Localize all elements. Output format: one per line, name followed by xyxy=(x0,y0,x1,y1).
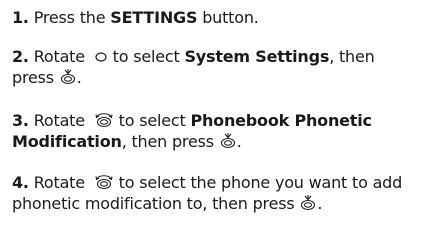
step-2-number: 2. xyxy=(12,47,29,66)
step-4: 4. Rotate to select the phone you want t… xyxy=(12,172,418,214)
step-3-number: 3. xyxy=(12,111,29,130)
system-settings-label: System Settings xyxy=(184,47,330,66)
press-interface-dial-icon xyxy=(219,132,237,150)
step-2-text-a: Rotate xyxy=(33,47,90,66)
step-1-text-a: Press the xyxy=(33,8,111,27)
step-3: 3. Rotate to select Phonebook Phonetic M… xyxy=(12,110,418,152)
rotate-interface-dial-icon xyxy=(94,173,114,191)
step-2-text-b: to select xyxy=(107,47,185,66)
step-1: 1. Press the SETTINGS button. xyxy=(12,7,418,28)
step-2-text-d: . xyxy=(76,68,82,87)
press-interface-dial-icon xyxy=(299,194,317,212)
step-4-text-c: . xyxy=(317,194,323,213)
step-3-text-d: . xyxy=(236,132,242,151)
instructions-page: { "steps": [ { "number": "1.", "text_a":… xyxy=(0,0,422,251)
step-3-text-c: , then press xyxy=(121,132,219,151)
press-interface-dial-icon xyxy=(59,68,77,86)
step-3-text-a: Rotate xyxy=(33,111,90,130)
step-4-text-a: Rotate xyxy=(33,173,90,192)
interface-dial-icon xyxy=(94,49,108,63)
step-1-number: 1. xyxy=(12,8,29,27)
step-1-text-b: button. xyxy=(197,8,259,27)
rotate-interface-dial-icon xyxy=(94,111,114,129)
step-2: 2. Rotate to select System Settings, the… xyxy=(12,46,418,88)
settings-button-label: SETTINGS xyxy=(110,8,198,27)
step-4-number: 4. xyxy=(12,173,29,192)
step-3-text-b: to select xyxy=(113,111,191,130)
